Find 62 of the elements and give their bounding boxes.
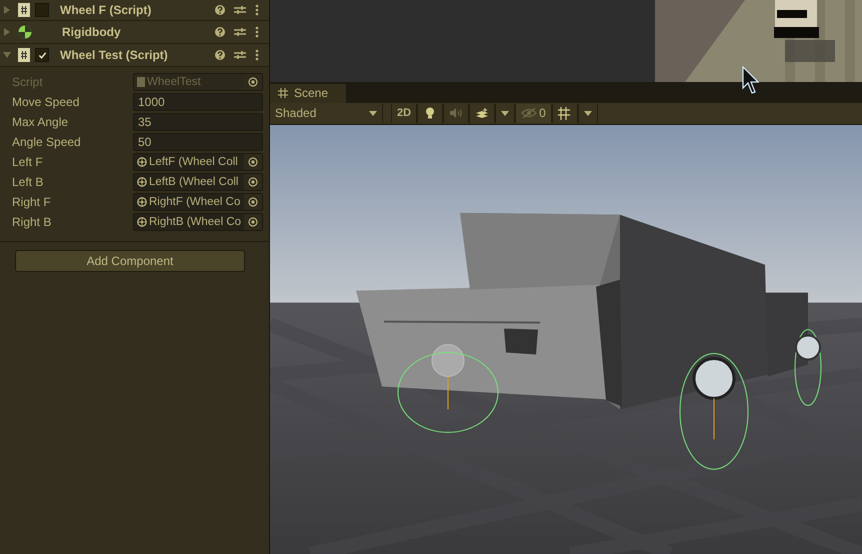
gizmo-grid-toggle-button[interactable] <box>552 104 578 123</box>
audio-toggle-button[interactable] <box>443 104 470 123</box>
object-picker-button[interactable] <box>244 174 262 190</box>
speaker-icon <box>450 108 462 118</box>
hidden-objects-toggle-button[interactable]: 0 <box>515 104 552 123</box>
object-picker-button[interactable] <box>244 154 262 170</box>
object-picker-button[interactable] <box>244 194 262 210</box>
more-options-icon[interactable] <box>255 49 259 61</box>
object-picker-button[interactable] <box>244 214 262 230</box>
caret-icon <box>584 110 592 116</box>
wheel-collider-icon <box>137 177 147 187</box>
object-field[interactable]: LeftB (Wheel Coll <box>133 173 263 191</box>
grid-hash-icon <box>278 88 288 98</box>
2d-toggle-button[interactable]: 2D <box>391 104 418 123</box>
help-icon[interactable] <box>215 5 225 15</box>
field-label: Left B <box>12 175 44 189</box>
enable-checkbox[interactable] <box>35 3 49 17</box>
preset-sliders-icon[interactable] <box>234 5 246 15</box>
object-field[interactable]: RightB (Wheel Co <box>133 213 263 231</box>
component-title: Wheel F (Script) <box>60 3 152 17</box>
field-label: Max Angle <box>12 115 70 129</box>
field-label: Right B <box>12 215 52 229</box>
field-label: Move Speed <box>12 95 80 109</box>
field-label: Angle Speed <box>12 135 82 149</box>
layers-icon <box>475 108 490 119</box>
component-title: Wheel Test (Script) <box>60 48 169 62</box>
shading-mode-dropdown[interactable]: Shaded <box>270 104 383 123</box>
field-label: Right F <box>12 195 52 209</box>
preset-sliders-icon[interactable] <box>234 50 246 60</box>
field-label: Left F <box>12 155 44 169</box>
caret-icon <box>501 110 510 116</box>
help-icon[interactable] <box>215 50 225 60</box>
object-field[interactable]: RightF (Wheel Co <box>133 193 263 211</box>
preset-sliders-icon[interactable] <box>234 27 246 37</box>
object-field[interactable]: LeftF (Wheel Coll <box>133 153 263 171</box>
effects-dropdown-button[interactable] <box>495 104 516 123</box>
number-field[interactable]: 1000 <box>133 93 263 111</box>
lighting-toggle-button[interactable] <box>417 104 444 123</box>
enable-checkbox[interactable] <box>35 48 49 62</box>
field-label: Script <box>12 75 44 89</box>
more-options-icon[interactable] <box>255 4 259 16</box>
script-icon <box>137 77 145 87</box>
number-field[interactable]: 50 <box>133 133 263 151</box>
caret-icon <box>369 110 377 116</box>
script-icon <box>18 48 30 62</box>
crossed-eye-icon <box>521 108 538 118</box>
wheel-collider-icon <box>137 197 147 207</box>
help-icon[interactable] <box>215 27 225 37</box>
more-options-icon[interactable] <box>255 26 259 38</box>
gizmo-dropdown-button[interactable] <box>578 104 598 123</box>
component-title: Rigidbody <box>62 25 122 39</box>
light-bulb-icon <box>425 107 436 120</box>
wheel-collider-icon <box>137 157 147 167</box>
number-field[interactable]: 35 <box>133 113 263 131</box>
add-component-button[interactable]: Add Component <box>15 250 245 272</box>
wheel-collider-icon <box>137 217 147 227</box>
scene-tab[interactable]: Scene <box>270 84 346 103</box>
script-icon <box>18 3 30 17</box>
checkmark-icon <box>38 50 46 60</box>
rigidbody-icon <box>18 25 32 39</box>
effects-toggle-button[interactable] <box>469 104 496 123</box>
grid-icon <box>558 106 572 120</box>
